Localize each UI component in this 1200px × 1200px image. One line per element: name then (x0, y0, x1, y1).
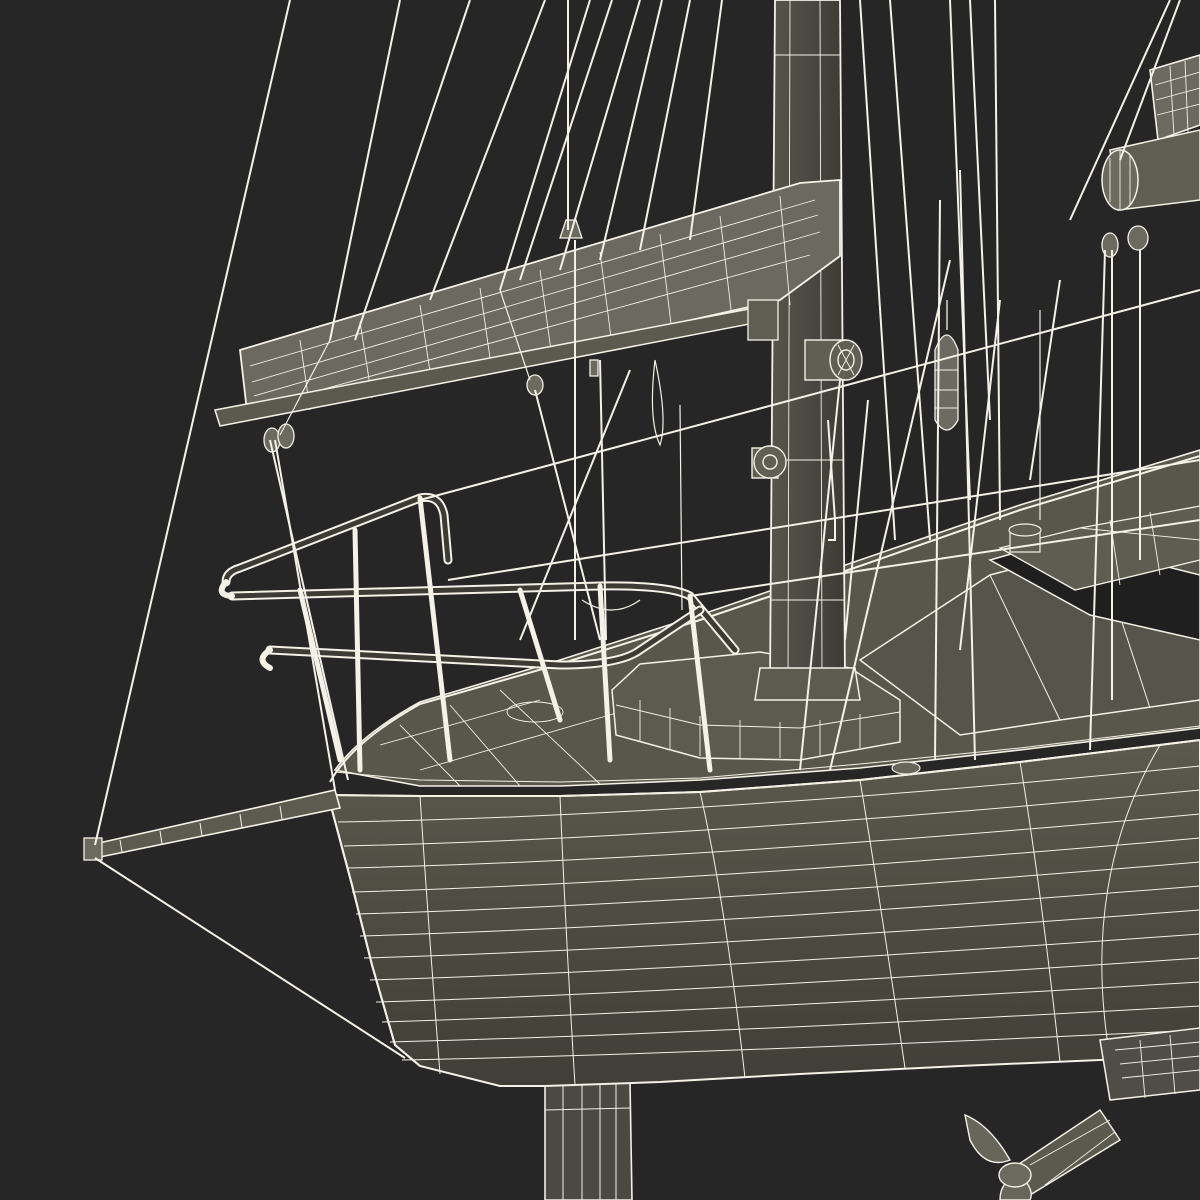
keel (544, 1081, 633, 1200)
wireframe-render (0, 0, 1200, 1200)
deck-fitting (891, 761, 921, 775)
propeller-hub (998, 1162, 1032, 1188)
mast-winch-lower (751, 445, 787, 479)
gooseneck (747, 299, 779, 341)
mast-winch (804, 339, 863, 381)
bowsprit-end-fitting (83, 837, 103, 861)
